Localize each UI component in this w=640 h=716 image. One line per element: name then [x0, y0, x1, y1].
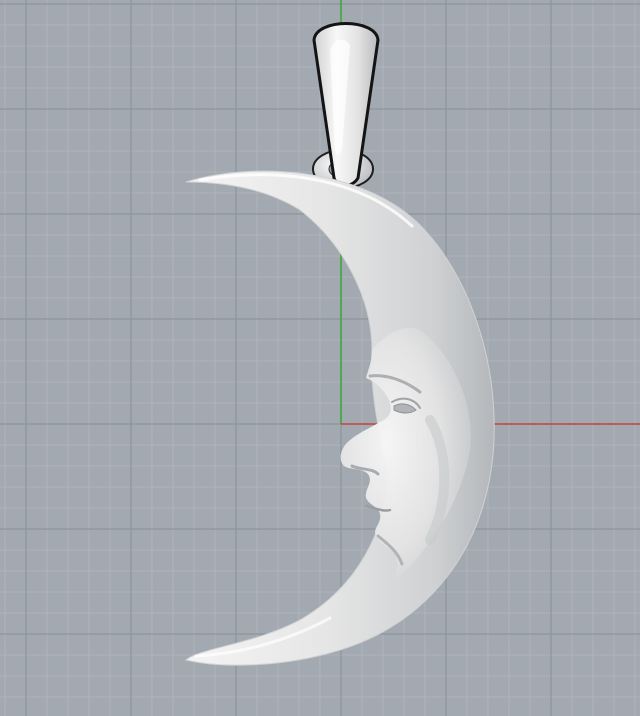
- viewport-canvas[interactable]: [0, 0, 640, 716]
- rhino-front-viewport[interactable]: [0, 0, 640, 716]
